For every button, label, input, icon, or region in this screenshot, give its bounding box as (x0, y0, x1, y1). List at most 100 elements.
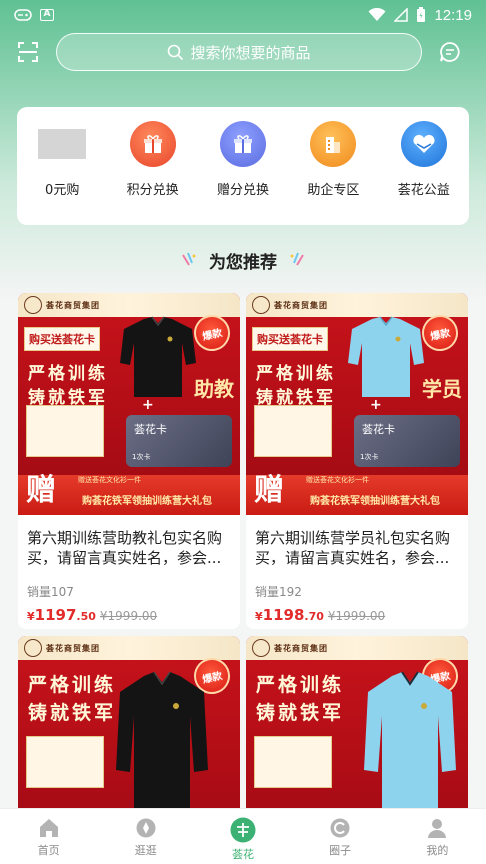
polo-shirt-icon (348, 316, 424, 397)
category-points-exchange[interactable]: 积分兑换 (113, 121, 193, 198)
category-label: 赠分兑换 (216, 183, 269, 198)
message-icon[interactable] (438, 40, 462, 64)
product-image: 荟花商贸集团 严格训练 铸就铁军 爆款 (246, 636, 468, 816)
nav-huahua[interactable]: 荟花 (213, 817, 273, 862)
product-sales: 销量192 (255, 585, 302, 599)
category-bonus-exchange[interactable]: 赠分兑换 (203, 121, 283, 198)
brand-logo-icon (24, 639, 42, 657)
nav-circle[interactable]: 圈子 (310, 817, 370, 858)
gift-icon (129, 121, 176, 167)
gift-big-char: 赠 (26, 473, 56, 508)
price-original: ¥1999.00 (327, 609, 386, 623)
brand-header: 荟花商贸集团 (18, 636, 240, 660)
top-bar: 搜索你想要的商品 (0, 32, 486, 72)
role-label: 助教 (194, 377, 234, 401)
category-card: 0元购 积分兑换 赠分兑换 助企专区 荟花公益 (17, 107, 469, 225)
bottom-nav: 首页 逛逛 荟花 圈子 我的 (0, 808, 486, 864)
gift-big-char: 赠 (254, 473, 284, 508)
brand-header: 荟花商贸集团 (246, 636, 468, 660)
user-icon (428, 819, 447, 838)
brand-name: 荟花商贸集团 (274, 643, 328, 653)
card-count: 1次卡 (132, 453, 151, 461)
product-card[interactable]: 荟花商贸集团 购买送荟花卡 严格训练 铸就铁军 爆款 助教 + 荟花卡 1次卡 … (18, 293, 240, 629)
price-current: ¥1198.70 (255, 606, 324, 624)
search-icon (168, 44, 184, 60)
product-title: 第六期训练营助教礼包实名购买，请留言真实姓名，参会... (27, 529, 223, 567)
gift-strip: 赠 赠送荟花文化衫一件 购荟花铁军领抽训练营大礼包 (246, 473, 468, 515)
info-box (254, 736, 332, 788)
brand-header: 荟花商贸集团 (18, 293, 240, 317)
nav-mine[interactable]: 我的 (407, 817, 467, 858)
recommend-section-header: 为您推荐 (0, 245, 486, 275)
polo-shirt-icon (364, 671, 456, 816)
search-placeholder: 搜索你想要的商品 (190, 43, 311, 62)
nav-label: 首页 (37, 844, 60, 857)
brand-name: 荟花商贸集团 (46, 643, 100, 653)
nav-label: 荟花 (231, 848, 254, 861)
compass-icon (136, 818, 156, 838)
wifi-icon (368, 8, 386, 21)
sparkle-left-icon (182, 252, 196, 266)
product-card[interactable]: 荟花商贸集团 购买送荟花卡 严格训练 铸就铁军 爆款 学员 + 荟花卡 1次卡 … (246, 293, 468, 629)
info-box (26, 736, 104, 788)
slogan-line-1: 严格训练 (28, 364, 108, 384)
role-label: 学员 (422, 377, 462, 401)
info-box (254, 405, 332, 457)
slogan-line-1: 严格训练 (256, 674, 345, 696)
category-charity[interactable]: 荟花公益 (384, 121, 464, 198)
brand-name: 荟花商贸集团 (274, 300, 328, 310)
nav-browse[interactable]: 逛逛 (116, 817, 176, 858)
info-box (26, 405, 104, 457)
building-icon (310, 121, 357, 167)
placeholder-image (38, 129, 87, 159)
polo-shirt-icon (120, 316, 196, 397)
price-current: ¥1197.50 (27, 606, 96, 624)
nav-label: 圈子 (329, 844, 352, 857)
slogan-line-2: 铸就铁军 (256, 702, 345, 724)
circle-icon (330, 818, 350, 838)
plus-sign: + (142, 397, 154, 413)
nav-label: 逛逛 (134, 844, 157, 857)
category-label: 0元购 (45, 183, 80, 198)
flower-icon (230, 817, 256, 843)
product-price: ¥1197.50 ¥1999.00 (18, 600, 240, 624)
product-image: 荟花商贸集团 购买送荟花卡 严格训练 铸就铁军 爆款 助教 + 荟花卡 1次卡 … (18, 293, 240, 515)
status-time: 12:19 (434, 6, 472, 24)
gift-strip: 赠 赠送荟花文化衫一件 购荟花铁军领抽训练营大礼包 (18, 473, 240, 515)
card-name: 荟花卡 (362, 423, 395, 436)
slogan-line-2: 铸就铁军 (28, 702, 117, 724)
scan-icon[interactable] (16, 40, 40, 64)
gift-sub: 赠送荟花文化衫一件 (306, 476, 369, 484)
category-zero-buy[interactable]: 0元购 (22, 121, 102, 198)
brand-logo-icon (24, 296, 42, 314)
nav-label: 我的 (426, 844, 449, 857)
huahua-card: 荟花卡 1次卡 (354, 415, 460, 467)
card-name: 荟花卡 (134, 423, 167, 436)
nav-home[interactable]: 首页 (19, 817, 79, 858)
signal-icon (394, 8, 409, 22)
gift-icon (219, 121, 266, 167)
category-enterprise-zone[interactable]: 助企专区 (293, 121, 373, 198)
price-original: ¥1999.00 (99, 609, 158, 623)
brand-name: 荟花商贸集团 (46, 300, 100, 310)
gift-text: 购荟花铁军领抽训练营大礼包 (310, 496, 440, 507)
heart-hands-icon (400, 121, 447, 167)
search-input[interactable]: 搜索你想要的商品 (56, 33, 422, 71)
product-title: 第六期训练营学员礼包实名购买，请留言真实姓名，参会... (255, 529, 451, 567)
category-label: 积分兑换 (126, 183, 179, 198)
huahua-card: 荟花卡 1次卡 (126, 415, 232, 467)
buy-tag: 购买送荟花卡 (24, 327, 100, 351)
battery-icon (417, 7, 426, 22)
product-image: 荟花商贸集团 购买送荟花卡 严格训练 铸就铁军 爆款 学员 + 荟花卡 1次卡 … (246, 293, 468, 515)
slogan-line-1: 严格训练 (256, 364, 336, 384)
home-icon (39, 819, 58, 837)
buy-tag: 购买送荟花卡 (252, 327, 328, 351)
product-card[interactable]: 荟花商贸集团 严格训练 铸就铁军 爆款 (18, 636, 240, 816)
section-title: 为您推荐 (209, 252, 277, 273)
status-bar: A 12:19 (0, 0, 486, 30)
gift-text: 购荟花铁军领抽训练营大礼包 (82, 496, 212, 507)
product-card[interactable]: 荟花商贸集团 严格训练 铸就铁军 爆款 (246, 636, 468, 816)
gamepad-icon (14, 9, 32, 21)
category-label: 助企专区 (307, 183, 360, 198)
plus-sign: + (370, 397, 382, 413)
